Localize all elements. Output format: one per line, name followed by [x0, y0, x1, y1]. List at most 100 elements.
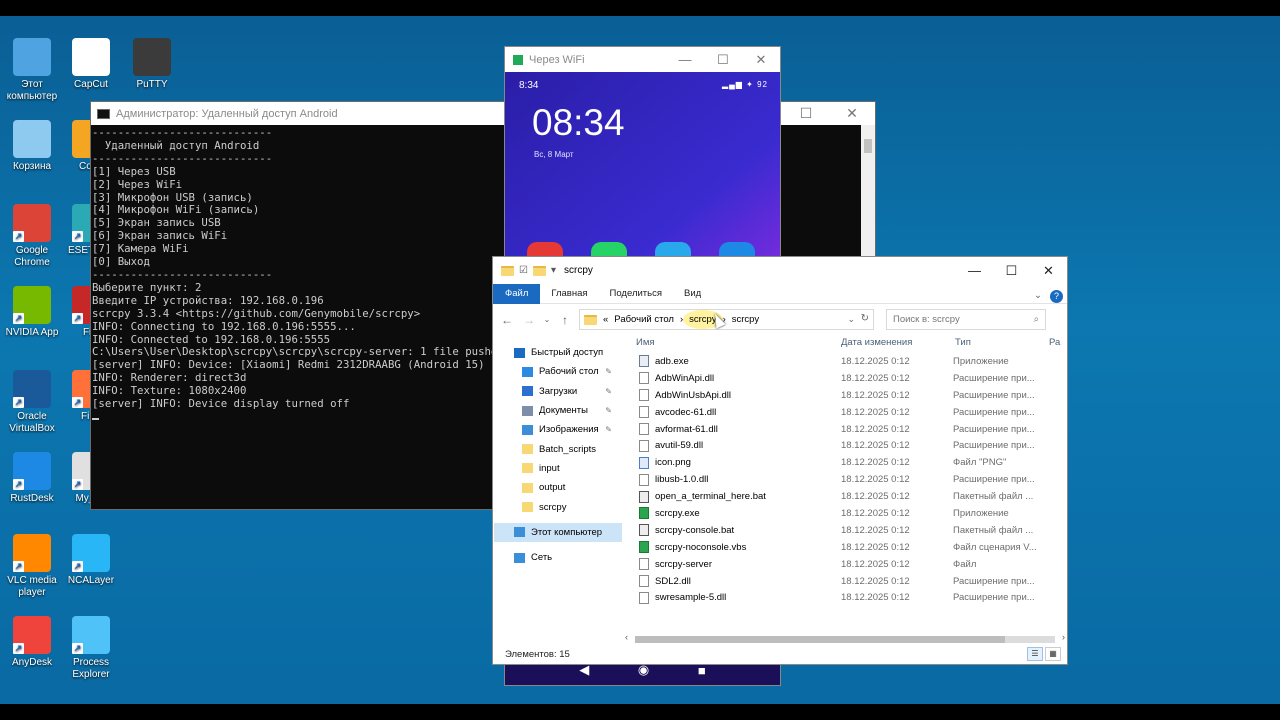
file-name: icon.png: [655, 457, 691, 469]
nav-item-label: Документы: [539, 405, 588, 417]
desktop-shortcut[interactable]: Корзина: [0, 120, 64, 173]
desktop-shortcut-label: RustDesk: [10, 493, 54, 504]
file-row[interactable]: avformat-61.dll 18.12.2025 0:12 Расширение…: [623, 421, 1067, 438]
close-button[interactable]: ✕: [742, 47, 780, 72]
tab-view[interactable]: Вид: [673, 284, 712, 304]
file-dll-icon: [639, 575, 649, 588]
nav-item[interactable]: input: [494, 459, 622, 478]
file-row[interactable]: AdbWinUsbApi.dll 18.12.2025 0:12 Расширени…: [623, 387, 1067, 404]
file-row[interactable]: scrcpy-noconsole.vbs 18.12.2025 0:12 Файл …: [623, 539, 1067, 556]
explorer-window[interactable]: ☑ ▾ scrcpy — ☐ ✕ Файл Главная Поделиться…: [492, 256, 1068, 665]
close-button[interactable]: ✕: [1030, 257, 1067, 284]
tab-home[interactable]: Главная: [540, 284, 598, 304]
refresh-icon[interactable]: ↻: [861, 313, 869, 324]
quick-access-dropdown-icon[interactable]: ▾: [551, 265, 556, 276]
desktop-shortcut[interactable]: Этот компьютер: [0, 38, 64, 103]
desktop-shortcut[interactable]: ↗ Google Chrome: [0, 204, 64, 269]
nav-item[interactable]: Документы ✎: [494, 401, 622, 420]
file-row[interactable]: scrcpy.exe 18.12.2025 0:12 Приложение: [623, 505, 1067, 522]
tab-share[interactable]: Поделиться: [599, 284, 673, 304]
shortcut-arrow-icon: ↗: [13, 397, 24, 408]
desktop-shortcut[interactable]: ↗ AnyDesk: [0, 616, 64, 669]
shortcut-arrow-icon: ↗: [72, 479, 83, 490]
scroll-thumb[interactable]: [635, 636, 1005, 643]
nav-item[interactable]: Рабочий стол ✎: [494, 362, 622, 381]
address-bar[interactable]: « Рабочий стол › scrcpy › scrcpy ⌄ ↻: [579, 309, 874, 330]
tiles-view-icon[interactable]: ▦: [1045, 647, 1061, 661]
capcut-icon: [72, 38, 110, 76]
desktop-shortcut[interactable]: PuTTY: [120, 38, 184, 91]
star-icon: [514, 347, 525, 358]
nav-item[interactable]: Изображения ✎: [494, 420, 622, 439]
back-arrow-icon[interactable]: ←: [499, 313, 515, 327]
help-icon[interactable]: ?: [1050, 289, 1063, 303]
column-type[interactable]: Тип: [947, 337, 1045, 348]
scrcpy-icon: [513, 54, 523, 65]
file-row[interactable]: scrcpy-server 18.12.2025 0:12 Файл: [623, 556, 1067, 573]
desktop-shortcut[interactable]: ↗ RustDesk: [0, 452, 64, 505]
desktop-shortcut[interactable]: ↗ Process Explorer: [59, 616, 123, 681]
file-name: scrcpy-noconsole.vbs: [655, 541, 747, 553]
close-button[interactable]: ✕: [829, 102, 875, 125]
breadcrumb-scrcpy-2[interactable]: scrcpy: [732, 314, 759, 325]
desktop-shortcut[interactable]: ↗ VLC media player: [0, 534, 64, 599]
nav-item-label: Загрузки: [539, 385, 578, 397]
nav-item[interactable]: output: [494, 478, 622, 497]
tab-file[interactable]: Файл: [493, 283, 541, 304]
nav-item[interactable]: Быстрый доступ: [494, 343, 622, 362]
file-name: scrcpy.exe: [655, 507, 700, 519]
file-row[interactable]: AdbWinApi.dll 18.12.2025 0:12 Расширение п…: [623, 370, 1067, 387]
file-row[interactable]: avcodec-61.dll 18.12.2025 0:12 Расширение …: [623, 404, 1067, 421]
maximize-button[interactable]: ☐: [783, 102, 829, 125]
file-row[interactable]: swresample-5.dll 18.12.2025 0:12 Расширени…: [623, 589, 1067, 606]
scroll-thumb[interactable]: [864, 139, 872, 153]
up-arrow-icon[interactable]: ↑: [557, 313, 573, 327]
nav-item[interactable]: Batch_scripts: [494, 439, 622, 458]
details-view-icon[interactable]: ☰: [1027, 647, 1043, 661]
desktop-shortcut[interactable]: ↗ NCALayer: [59, 534, 123, 587]
column-name[interactable]: Имя: [623, 337, 831, 348]
scroll-left-icon[interactable]: ‹: [625, 632, 628, 642]
properties-icon[interactable]: ☑: [519, 265, 528, 276]
file-date: 18.12.2025 0:12: [841, 575, 910, 587]
file-row[interactable]: libusb-1.0.dll 18.12.2025 0:12 Расширение …: [623, 471, 1067, 488]
file-row[interactable]: SDL2.dll 18.12.2025 0:12 Расширение при...: [623, 573, 1067, 590]
process-explorer-icon: ↗: [72, 616, 110, 654]
search-input[interactable]: Поиск в: scrcpy ⌕: [886, 309, 1046, 330]
file-row[interactable]: adb.exe 18.12.2025 0:12 Приложение: [623, 353, 1067, 370]
minimize-button[interactable]: —: [956, 257, 993, 284]
desktop-shortcut[interactable]: ↗ Oracle VirtualBox: [0, 370, 64, 435]
computer-icon: [514, 527, 525, 538]
desktop-shortcut[interactable]: CapCut: [59, 38, 123, 91]
file-name-cell: scrcpy.exe: [623, 507, 831, 520]
pin-icon: ✎: [605, 406, 612, 416]
breadcrumb-desktop[interactable]: Рабочий стол: [614, 314, 674, 325]
ribbon: Файл Главная Поделиться Вид ⌄ ?: [493, 283, 1067, 306]
maximize-button[interactable]: ☐: [993, 257, 1030, 284]
address-dropdown-icon[interactable]: ⌄: [847, 314, 855, 325]
ncalayer-icon: ↗: [72, 534, 110, 572]
file-row[interactable]: scrcpy-console.bat 18.12.2025 0:12 Пакетны…: [623, 522, 1067, 539]
address-overflow[interactable]: «: [603, 314, 608, 325]
maximize-button[interactable]: ☐: [704, 47, 742, 72]
recent-dropdown-icon[interactable]: ⌄: [543, 315, 551, 324]
new-folder-icon[interactable]: [532, 265, 546, 276]
column-size[interactable]: Ра: [1045, 337, 1060, 348]
file-row[interactable]: open_a_terminal_here.bat 18.12.2025 0:12 П…: [623, 488, 1067, 505]
forward-arrow-icon[interactable]: →: [521, 313, 537, 327]
minimize-button[interactable]: —: [666, 47, 704, 72]
file-row[interactable]: icon.png 18.12.2025 0:12 Файл "PNG": [623, 454, 1067, 471]
shortcut-arrow-icon: ↗: [13, 313, 24, 324]
file-bat-icon: [639, 490, 649, 503]
nav-item[interactable]: scrcpy: [494, 497, 622, 516]
file-row[interactable]: avutil-59.dll 18.12.2025 0:12 Расширение п…: [623, 437, 1067, 454]
nav-item[interactable]: Загрузки ✎: [494, 382, 622, 401]
scroll-right-icon[interactable]: ›: [1062, 632, 1065, 642]
desktop-shortcut[interactable]: ↗ NVIDIA App: [0, 286, 64, 339]
file-type: Файл сценария V...: [953, 541, 1037, 553]
nav-item[interactable]: Сеть: [494, 548, 622, 567]
nav-item-label: Быстрый доступ: [531, 347, 604, 359]
column-date[interactable]: Дата изменения: [831, 337, 947, 348]
nav-item[interactable]: Этот компьютер: [494, 522, 622, 542]
ribbon-expand-icon[interactable]: ⌄: [1034, 286, 1042, 306]
